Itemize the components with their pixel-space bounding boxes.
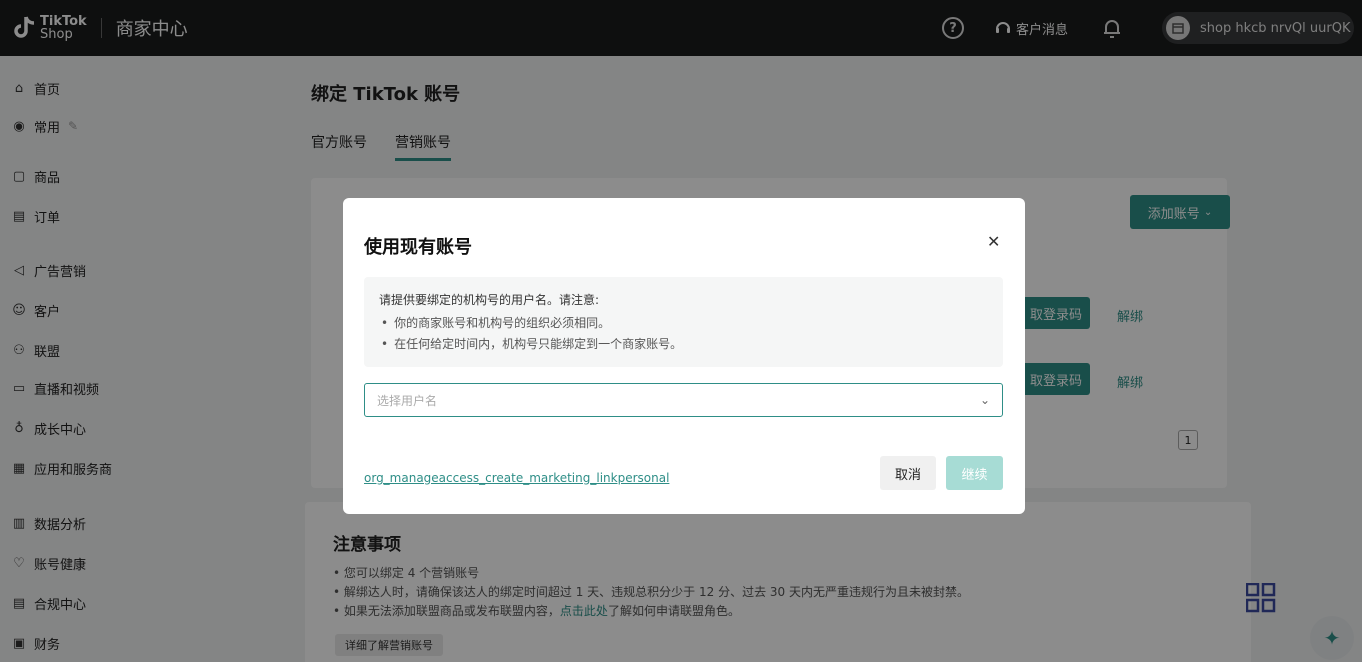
close-icon[interactable]: ✕ bbox=[987, 232, 1000, 251]
dialog-title: 使用现有账号 bbox=[364, 237, 472, 258]
chevron-down-icon: ⌄ bbox=[979, 393, 990, 407]
use-existing-account-dialog: 使用现有账号 ✕ 请提供要绑定的机构号的用户名。请注意: 你的商家账号和机构号的… bbox=[343, 198, 1025, 514]
username-select-placeholder: 选择用户名 bbox=[377, 393, 438, 408]
notice-heading: 请提供要绑定的机构号的用户名。请注意: bbox=[379, 293, 600, 307]
notice-bullet: 你的商家账号和机构号的组织必须相同。 bbox=[379, 314, 988, 331]
cancel-button[interactable]: 取消 bbox=[880, 456, 936, 490]
create-marketing-link[interactable]: org_manageaccess_create_marketing_linkpe… bbox=[364, 471, 669, 485]
continue-button[interactable]: 继续 bbox=[946, 456, 1003, 490]
notice-bullet: 在任何给定时间内，机构号只能绑定到一个商家账号。 bbox=[379, 335, 988, 352]
username-select[interactable]: 选择用户名 ⌄ bbox=[364, 383, 1003, 417]
notice-box: 请提供要绑定的机构号的用户名。请注意: 你的商家账号和机构号的组织必须相同。 在… bbox=[364, 277, 1003, 367]
